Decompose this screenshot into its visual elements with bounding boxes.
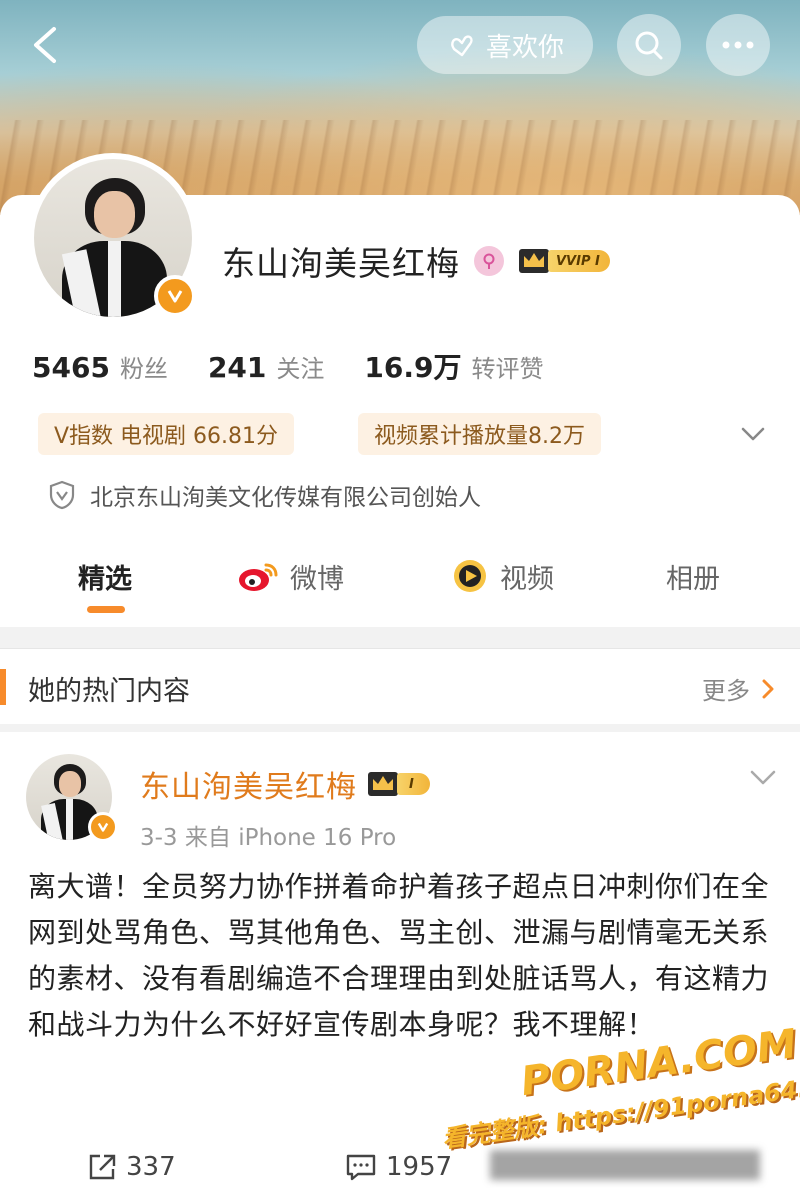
tab-video-label: 视频 [500, 563, 554, 595]
post-meta: 3-3 来自 iPhone 16 Pro [140, 825, 397, 851]
shield-icon [49, 480, 75, 510]
female-gender-icon [474, 246, 504, 276]
vvip-tag: VVIP I [548, 250, 610, 272]
comment-count: 1957 [386, 1152, 453, 1182]
post-vip-badge[interactable]: I [367, 770, 430, 798]
tab-featured-label: 精选 [78, 563, 132, 595]
comment-button[interactable]: 1957 [344, 1152, 452, 1182]
hot-content-title: 她的热门内容 [28, 676, 190, 707]
crown-icon [368, 772, 398, 796]
following-label[interactable]: 关注 [276, 349, 324, 384]
section-accent-bar [0, 669, 6, 705]
profile-tabs: 精选 微博 视频 相册 [0, 548, 800, 618]
profile-stats: 5465 粉丝 241 关注 16.9万 转评赞 [32, 346, 573, 386]
active-tab-indicator [87, 606, 125, 613]
repost-icon [89, 1154, 116, 1180]
vvip-badge[interactable]: VVIP I [518, 247, 610, 275]
like-you-label: 喜欢你 [485, 32, 564, 63]
repost-count: 337 [126, 1152, 176, 1182]
followers-label[interactable]: 粉丝 [120, 349, 168, 384]
back-button[interactable] [22, 20, 68, 70]
hot-content-header: 她的热门内容 更多 [0, 648, 800, 724]
hot-more-link[interactable]: 更多 [702, 671, 776, 706]
post-vip-level: I [397, 773, 430, 795]
v-index-pill[interactable]: V指数 电视剧 66.81分 [38, 413, 295, 455]
more-dots-icon [722, 41, 754, 49]
tab-weibo-label: 微博 [290, 563, 344, 595]
profile-avatar[interactable] [28, 153, 198, 323]
followers-count[interactable]: 5465 [32, 351, 110, 384]
tab-album-label: 相册 [666, 563, 720, 595]
likes-count: 16.9万 [364, 351, 462, 384]
tab-album[interactable]: 相册 [666, 548, 720, 604]
verified-badge-icon [154, 275, 196, 317]
likes-label: 转评赞 [471, 355, 544, 383]
post-body-text: 离大谱！全员努力协作拼着命护着孩子超点日冲刺你们在全网到处骂角色、骂其他角色、骂… [28, 870, 770, 1041]
comment-icon [346, 1154, 376, 1181]
tab-featured[interactable]: 精选 [78, 548, 132, 604]
post-options-chevron-icon[interactable] [748, 766, 778, 790]
back-arrow-icon [34, 27, 56, 63]
certification-text: 北京东山洵美文化传媒有限公司创始人 [90, 485, 481, 511]
repost-button[interactable]: 337 [86, 1152, 176, 1182]
video-channel-icon [454, 560, 486, 592]
watermark-blur [490, 1150, 760, 1180]
chevron-down-icon[interactable] [738, 420, 768, 448]
post-author-avatar[interactable] [26, 754, 118, 842]
tab-weibo[interactable]: 微博 [236, 548, 344, 604]
weibo-logo-icon [239, 563, 278, 591]
more-button[interactable] [706, 14, 770, 76]
hot-more-label: 更多 [702, 677, 750, 705]
finger-heart-icon [451, 35, 473, 57]
profile-name: 东山洵美吴红梅 [222, 244, 460, 283]
like-you-button[interactable]: 喜欢你 [417, 16, 593, 74]
tab-video[interactable]: 视频 [450, 548, 554, 604]
post-author-row: 东山洵美吴红梅 I [140, 762, 430, 806]
post-author-name[interactable]: 东山洵美吴红梅 [140, 762, 357, 806]
search-icon [635, 31, 663, 60]
certification-row: 北京东山洵美文化传媒有限公司创始人 [48, 478, 481, 512]
verified-badge-icon [88, 812, 118, 842]
search-button[interactable] [617, 14, 681, 76]
profile-name-row: 东山洵美吴红梅 VVIP I [222, 239, 610, 283]
following-count[interactable]: 241 [208, 351, 266, 384]
crown-icon [519, 249, 549, 273]
video-plays-pill[interactable]: 视频累计播放量8.2万 [358, 413, 601, 455]
chevron-right-icon [762, 679, 774, 698]
